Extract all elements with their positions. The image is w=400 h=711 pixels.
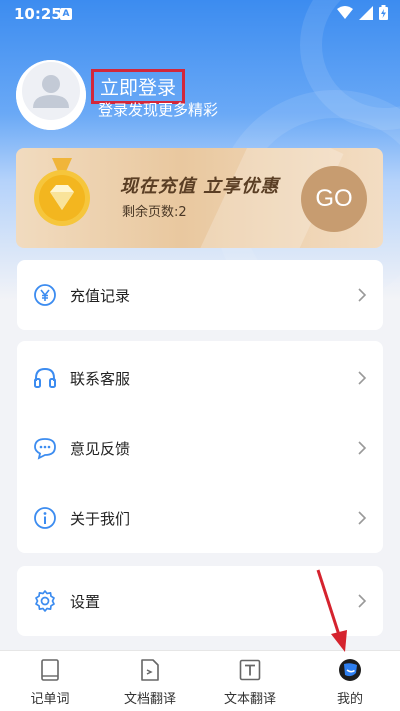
chat-bubble-icon: [34, 438, 56, 460]
tab-text-translation[interactable]: 文本翻译: [200, 651, 300, 711]
menu-item-label: 意见反馈: [70, 439, 131, 458]
chevron-right-icon: [358, 288, 367, 302]
menu-item-settings[interactable]: 设置: [17, 566, 383, 636]
menu-item-feedback[interactable]: 意见反馈: [17, 413, 383, 483]
status-bar: 10:25 A: [0, 0, 400, 28]
headset-icon: [34, 367, 56, 388]
menu-item-label: 联系客服: [70, 369, 131, 388]
menu-item-label: 关于我们: [70, 509, 131, 528]
tab-document-translation[interactable]: 文档翻译: [100, 651, 200, 711]
avatar[interactable]: [16, 60, 86, 130]
chevron-right-icon: [358, 371, 367, 385]
document-icon: [141, 659, 159, 681]
tab-label: 我的: [336, 692, 363, 707]
notification-icon: A: [60, 8, 72, 20]
default-avatar-icon: [16, 60, 86, 130]
text-icon: [239, 659, 261, 681]
tab-vocabulary[interactable]: 记单词: [0, 651, 100, 711]
login-subtitle: 登录发现更多精彩: [98, 101, 219, 119]
tab-label: 文档翻译: [123, 692, 176, 707]
menu-item-contact-service[interactable]: 联系客服: [17, 343, 383, 413]
menu-group-recharge: 充值记录: [17, 260, 383, 330]
menu-group-support: 联系客服 意见反馈 关于我们: [17, 341, 383, 553]
chevron-right-icon: [358, 441, 367, 455]
go-button[interactable]: GO: [301, 166, 367, 232]
remaining-pages: 剩余页数:2: [122, 205, 187, 220]
menu-item-recharge-record[interactable]: 充值记录: [17, 260, 383, 330]
menu-item-label: 设置: [70, 592, 101, 611]
yen-circle-icon: [34, 284, 56, 306]
status-icons: [337, 5, 388, 20]
tab-mine[interactable]: 我的: [300, 651, 400, 711]
battery-icon: [379, 5, 388, 20]
menu-item-label: 充值记录: [70, 286, 131, 305]
menu-item-about-us[interactable]: 关于我们: [17, 483, 383, 553]
status-time: 10:25: [14, 5, 62, 23]
diamond-medal-icon: [34, 158, 90, 226]
signal-icon: [359, 5, 373, 20]
gear-icon: [35, 590, 55, 612]
vip-recharge-banner[interactable]: 现在充值 立享优惠 剩余页数:2 GO: [16, 148, 383, 248]
vip-banner-title: 现在充值 立享优惠: [120, 176, 280, 197]
menu-group-settings: 设置: [17, 566, 383, 636]
book-icon: [41, 659, 59, 681]
chevron-right-icon: [358, 511, 367, 525]
chevron-right-icon: [358, 594, 367, 608]
tab-label: 文本翻译: [223, 692, 276, 707]
wifi-icon: [337, 5, 353, 19]
info-icon: [34, 507, 56, 529]
bottom-tab-bar: 记单词 文档翻译 文本翻译 我的: [0, 650, 400, 711]
tab-label: 记单词: [30, 692, 70, 707]
profile-icon: [339, 659, 361, 681]
